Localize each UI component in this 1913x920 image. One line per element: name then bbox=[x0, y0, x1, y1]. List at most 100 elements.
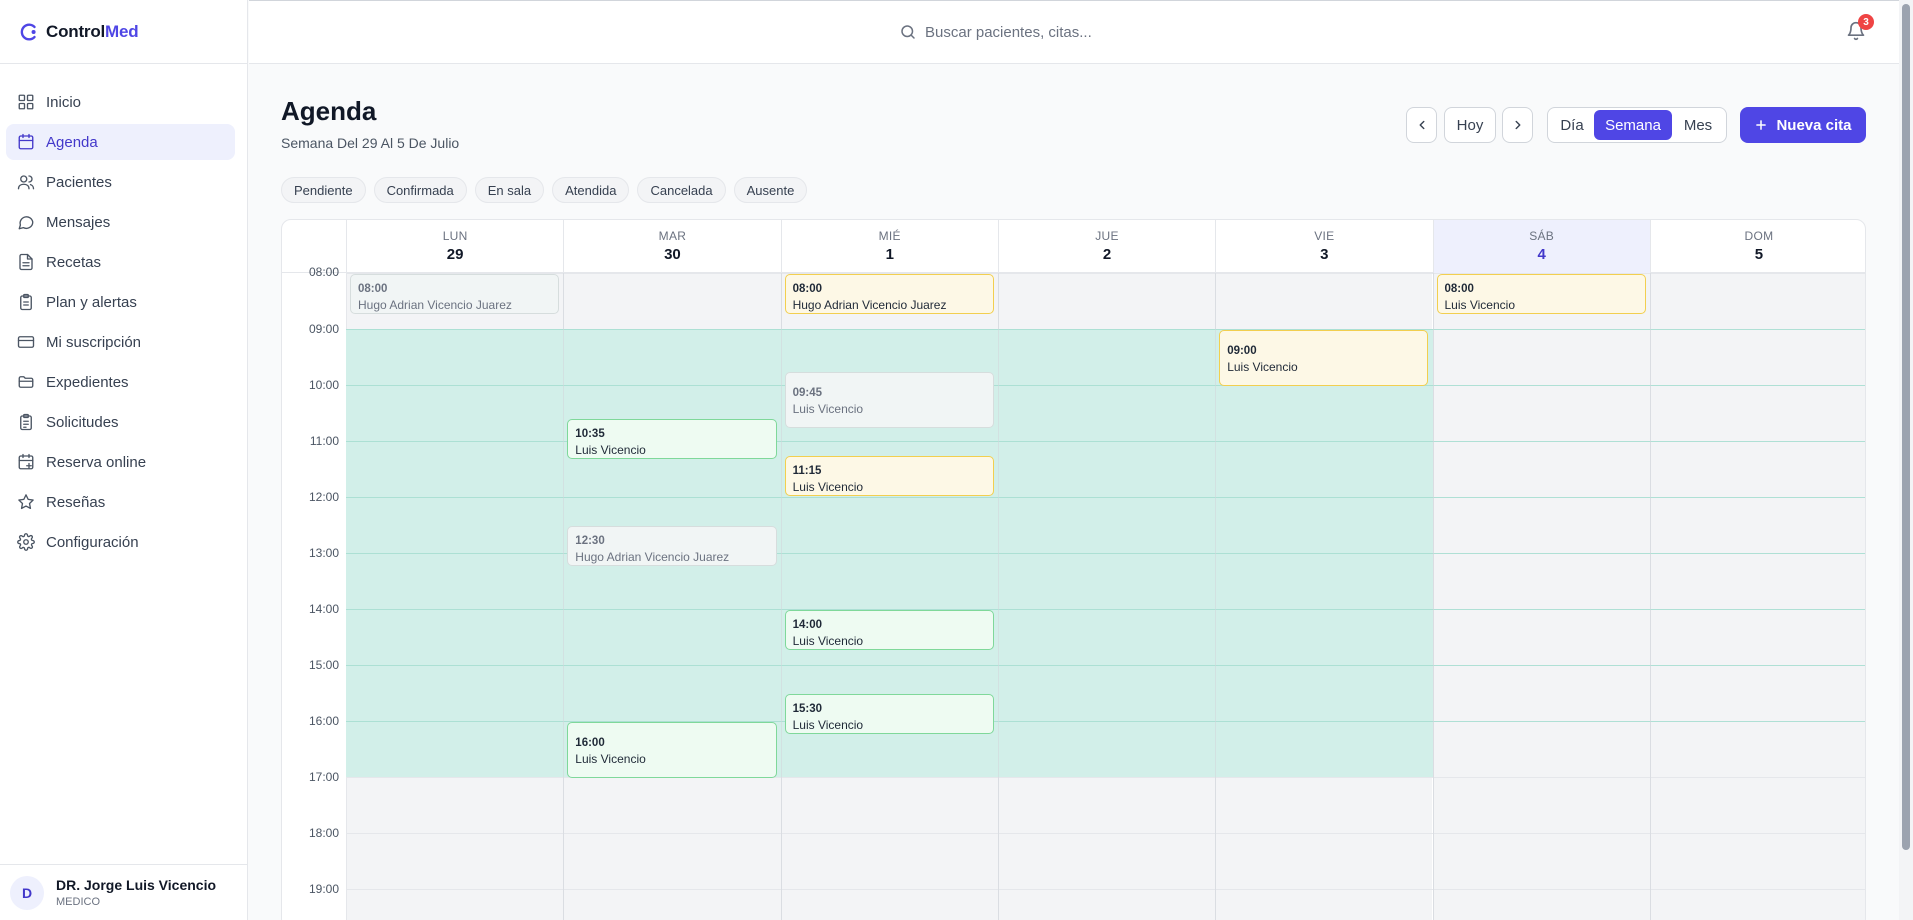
sidebar-item-label: Reserva online bbox=[46, 453, 147, 471]
sidebar-item-pacientes[interactable]: Pacientes bbox=[6, 164, 235, 200]
day-column[interactable] bbox=[1432, 273, 1650, 920]
avatar: D bbox=[10, 875, 44, 910]
search-input[interactable] bbox=[925, 23, 1225, 41]
view-day-button[interactable]: Día bbox=[1550, 110, 1594, 140]
day-date: 2 bbox=[1102, 246, 1112, 263]
appointment-time: 11:15 bbox=[792, 465, 822, 477]
day-header-jue[interactable]: JUE 2 bbox=[997, 220, 1215, 273]
day-header-sab[interactable]: SÁB 4 bbox=[1432, 220, 1650, 273]
hour-label: 14:00 bbox=[308, 602, 339, 616]
document-icon bbox=[17, 253, 35, 271]
sidebar-item-recetas[interactable]: Recetas bbox=[6, 244, 235, 280]
sidebar-item-label: Inicio bbox=[46, 93, 82, 111]
hour-label: 08:00 bbox=[308, 265, 339, 279]
column-divider bbox=[997, 273, 999, 920]
appointment-card[interactable]: 14:00 Luis Vicencio bbox=[784, 610, 994, 650]
day-header-lun[interactable]: LUN 29 bbox=[346, 220, 563, 273]
appointment-time: 10:35 bbox=[575, 427, 605, 440]
day-column[interactable] bbox=[1649, 273, 1865, 920]
filter-chip-atendida[interactable]: Atendida bbox=[552, 177, 630, 203]
filter-chip-cancelada[interactable]: Cancelada bbox=[637, 177, 726, 203]
appointment-card[interactable]: 08:00 Hugo Adrian Vicencio Juarez bbox=[784, 274, 994, 314]
appointment-card[interactable]: 08:00 Hugo Adrian Vicencio Juarez bbox=[350, 274, 560, 314]
next-week-button[interactable] bbox=[1502, 107, 1533, 143]
filter-chip-pendiente[interactable]: Pendiente bbox=[281, 177, 366, 203]
day-name: MIÉ bbox=[878, 229, 901, 243]
day-header-mar[interactable]: MAR 30 bbox=[563, 220, 780, 273]
sidebar-item-label: Mi suscripción bbox=[46, 333, 142, 351]
appointment-card[interactable]: 10:35 Luis Vicencio bbox=[567, 418, 777, 459]
sidebar-item-solicitudes[interactable]: Solicitudes bbox=[6, 404, 235, 440]
filter-chip-en-sala[interactable]: En sala bbox=[474, 177, 545, 203]
appointment-card[interactable]: 09:00 Luis Vicencio bbox=[1219, 330, 1429, 386]
appointment-card[interactable]: 11:15 Luis Vicencio bbox=[784, 456, 994, 496]
appointment-patient: Hugo Adrian Vicencio Juarez bbox=[792, 298, 947, 312]
sidebar-item-configuracion[interactable]: Configuración bbox=[6, 524, 235, 560]
user-profile[interactable]: D DR. Jorge Luis Vicencio MEDICO bbox=[0, 864, 248, 920]
hour-label: 19:00 bbox=[308, 882, 339, 896]
sidebar-item-mi-suscripcion[interactable]: Mi suscripción bbox=[6, 324, 235, 360]
sidebar-item-inicio[interactable]: Inicio bbox=[6, 84, 235, 120]
hour-label: 13:00 bbox=[308, 546, 339, 560]
appointment-time: 09:45 bbox=[792, 387, 823, 399]
today-button[interactable]: Hoy bbox=[1444, 107, 1496, 143]
hour-label: 15:00 bbox=[308, 658, 339, 672]
notifications-button[interactable]: 3 bbox=[1846, 14, 1874, 45]
sidebar-item-expedientes[interactable]: Expedientes bbox=[6, 364, 235, 400]
filter-chip-confirmada[interactable]: Confirmada bbox=[373, 177, 467, 203]
sidebar-item-mensajes[interactable]: Mensajes bbox=[6, 204, 235, 240]
column-divider bbox=[1432, 273, 1434, 920]
sidebar-item-plan-y-alertas[interactable]: Plan y alertas bbox=[6, 284, 235, 320]
day-date: 5 bbox=[1754, 246, 1764, 263]
calendar-plus-icon bbox=[17, 453, 35, 471]
day-header-vie[interactable]: VIE 3 bbox=[1215, 220, 1432, 273]
appointment-time: 14:00 bbox=[792, 619, 823, 631]
appointment-card[interactable]: 15:30 Luis Vicencio bbox=[784, 694, 994, 734]
filter-chip-ausente[interactable]: Ausente bbox=[733, 177, 808, 203]
hour-label: 16:00 bbox=[308, 714, 339, 728]
sidebar-item-resenas[interactable]: Reseñas bbox=[6, 484, 235, 520]
user-role: MEDICO bbox=[56, 896, 100, 908]
sidebar-item-reserva-online[interactable]: Reserva online bbox=[6, 444, 235, 480]
week-calendar: LUN 29 MAR 30 MIÉ 1 JUE 2 VIE 3 SÁB 4 DOM 5 08:00 09:0… bbox=[281, 219, 1866, 920]
day-date: 29 bbox=[446, 246, 464, 263]
hour-line bbox=[346, 385, 1865, 386]
status-filters: Pendiente Confirmada En sala Atendida Cancel… bbox=[281, 177, 808, 203]
sidebar-item-label: Reseñas bbox=[46, 493, 106, 511]
day-name: SÁB bbox=[1529, 229, 1555, 243]
appointment-card[interactable]: 09:45 Luis Vicencio bbox=[784, 372, 994, 428]
hour-line bbox=[346, 889, 1865, 890]
scrollbar-thumb[interactable] bbox=[1902, 4, 1910, 850]
view-week-button[interactable]: Semana bbox=[1594, 110, 1672, 140]
appointment-card[interactable]: 12:30 Hugo Adrian Vicencio Juarez bbox=[567, 526, 777, 566]
appointment-time: 08:00 bbox=[792, 283, 823, 295]
sidebar-item-label: Solicitudes bbox=[46, 413, 119, 431]
search-bar bbox=[899, 23, 1225, 41]
day-name: JUE bbox=[1095, 229, 1119, 243]
appointment-card[interactable]: 16:00 Luis Vicencio bbox=[567, 722, 777, 778]
day-name: VIE bbox=[1314, 229, 1335, 243]
day-header-mie[interactable]: MIÉ 1 bbox=[780, 220, 998, 273]
day-date: 1 bbox=[885, 246, 894, 263]
user-name: DR. Jorge Luis Vicencio bbox=[56, 877, 217, 893]
day-header-dom[interactable]: DOM 5 bbox=[1649, 220, 1865, 273]
sidebar-item-label: Agenda bbox=[46, 133, 98, 151]
topbar: 3 bbox=[249, 0, 1899, 64]
app-name: ControlMed bbox=[46, 21, 139, 41]
appointment-card[interactable]: 08:00 Luis Vicencio bbox=[1436, 274, 1646, 314]
prev-week-button[interactable] bbox=[1406, 107, 1437, 143]
appointment-patient: Luis Vicencio bbox=[575, 442, 646, 457]
folder-icon bbox=[17, 373, 35, 391]
app-logo[interactable]: ControlMed bbox=[0, 0, 247, 64]
users-icon bbox=[17, 173, 35, 191]
day-date: 3 bbox=[1320, 246, 1329, 263]
new-appointment-button[interactable]: Nueva cita bbox=[1740, 107, 1866, 143]
page-scrollbar[interactable] bbox=[1899, 0, 1913, 920]
appointment-time: 08:00 bbox=[358, 283, 388, 295]
chevron-left-icon bbox=[1419, 120, 1424, 130]
sidebar-item-agenda[interactable]: Agenda bbox=[6, 124, 235, 160]
clipboard-icon bbox=[17, 293, 35, 311]
hour-label: 18:00 bbox=[308, 826, 339, 840]
view-month-button[interactable]: Mes bbox=[1672, 110, 1724, 140]
appointment-patient: Luis Vicencio bbox=[792, 634, 864, 648]
